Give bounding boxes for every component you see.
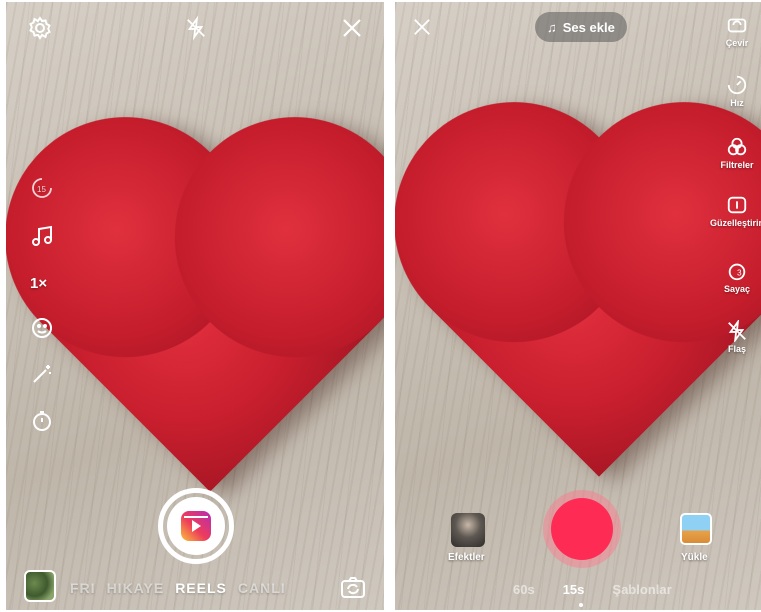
flash-off-icon[interactable] bbox=[182, 14, 210, 42]
reels-shutter-button[interactable] bbox=[158, 488, 234, 564]
camera-flip-icon[interactable] bbox=[338, 574, 368, 602]
magic-wand-icon[interactable] bbox=[28, 360, 56, 388]
shutter-inner bbox=[167, 497, 225, 555]
mode-tabs: FRI HIKAYE REELS CANLI bbox=[70, 580, 286, 596]
svg-text:15: 15 bbox=[37, 185, 46, 194]
add-sound-label: Ses ekle bbox=[562, 19, 615, 35]
tool-countdown[interactable]: 3 Sayaç bbox=[717, 260, 757, 294]
tool-speed[interactable]: Hız bbox=[717, 74, 757, 108]
upload-thumbnail[interactable] bbox=[680, 513, 712, 545]
upload-label[interactable]: Yükle bbox=[681, 552, 708, 563]
tool-beautify[interactable]: Güzelleştirin bbox=[710, 194, 761, 228]
settings-icon[interactable] bbox=[26, 14, 54, 42]
record-button[interactable] bbox=[543, 490, 621, 568]
music-icon[interactable] bbox=[28, 222, 56, 250]
tool-filters[interactable]: Filtreler bbox=[717, 136, 757, 170]
camera-preview-heart-object bbox=[429, 137, 761, 477]
timer-15-icon[interactable]: 15 bbox=[28, 174, 56, 202]
mode-tab-canli[interactable]: CANLI bbox=[238, 580, 286, 596]
gallery-thumbnail[interactable] bbox=[24, 570, 56, 602]
close-icon[interactable] bbox=[409, 14, 435, 40]
tool-flip-label: Çevir bbox=[725, 38, 749, 48]
tool-flip[interactable]: Çevir bbox=[717, 14, 757, 48]
tool-countdown-label: Sayaç bbox=[723, 284, 751, 294]
camera-preview-heart-object bbox=[40, 152, 380, 492]
effects-label[interactable]: Efektler bbox=[448, 552, 485, 563]
mode-tab-fri[interactable]: FRI bbox=[70, 580, 96, 596]
tool-filters-label: Filtreler bbox=[720, 160, 754, 170]
duration-tab-templates[interactable]: Şablonlar bbox=[612, 582, 671, 597]
tiktok-camera: ♫ Ses ekle Çevir Hız Filtreler Güzelleşt… bbox=[395, 2, 761, 610]
tool-speed-label: Hız bbox=[730, 98, 744, 108]
effects-thumbnail[interactable] bbox=[451, 513, 485, 547]
add-sound-button[interactable]: ♫ Ses ekle bbox=[535, 12, 627, 42]
reels-logo-icon bbox=[181, 511, 211, 541]
mode-tab-hikaye[interactable]: HIKAYE bbox=[107, 580, 165, 596]
duration-tab-15s[interactable]: 15s bbox=[563, 582, 585, 597]
instagram-reels-camera: 15 1× FRI HIKAYE REELS CANLI bbox=[6, 2, 384, 610]
tool-beautify-label: Güzelleştirin bbox=[710, 218, 761, 228]
duration-tab-60s[interactable]: 60s bbox=[513, 582, 535, 597]
tool-flash-label: Flaş bbox=[727, 344, 746, 354]
close-icon[interactable] bbox=[338, 14, 366, 42]
effects-face-icon[interactable] bbox=[28, 314, 56, 342]
countdown-timer-icon[interactable] bbox=[28, 407, 56, 435]
active-duration-indicator bbox=[579, 603, 583, 607]
music-note-icon: ♫ bbox=[547, 19, 557, 35]
record-button-inner bbox=[551, 498, 613, 560]
speed-label[interactable]: 1× bbox=[30, 275, 47, 292]
duration-tabs: 60s 15s Şablonlar bbox=[513, 582, 672, 597]
svg-text:3: 3 bbox=[737, 269, 742, 278]
mode-tab-reels[interactable]: REELS bbox=[175, 580, 227, 596]
tool-flash[interactable]: Flaş bbox=[717, 320, 757, 354]
